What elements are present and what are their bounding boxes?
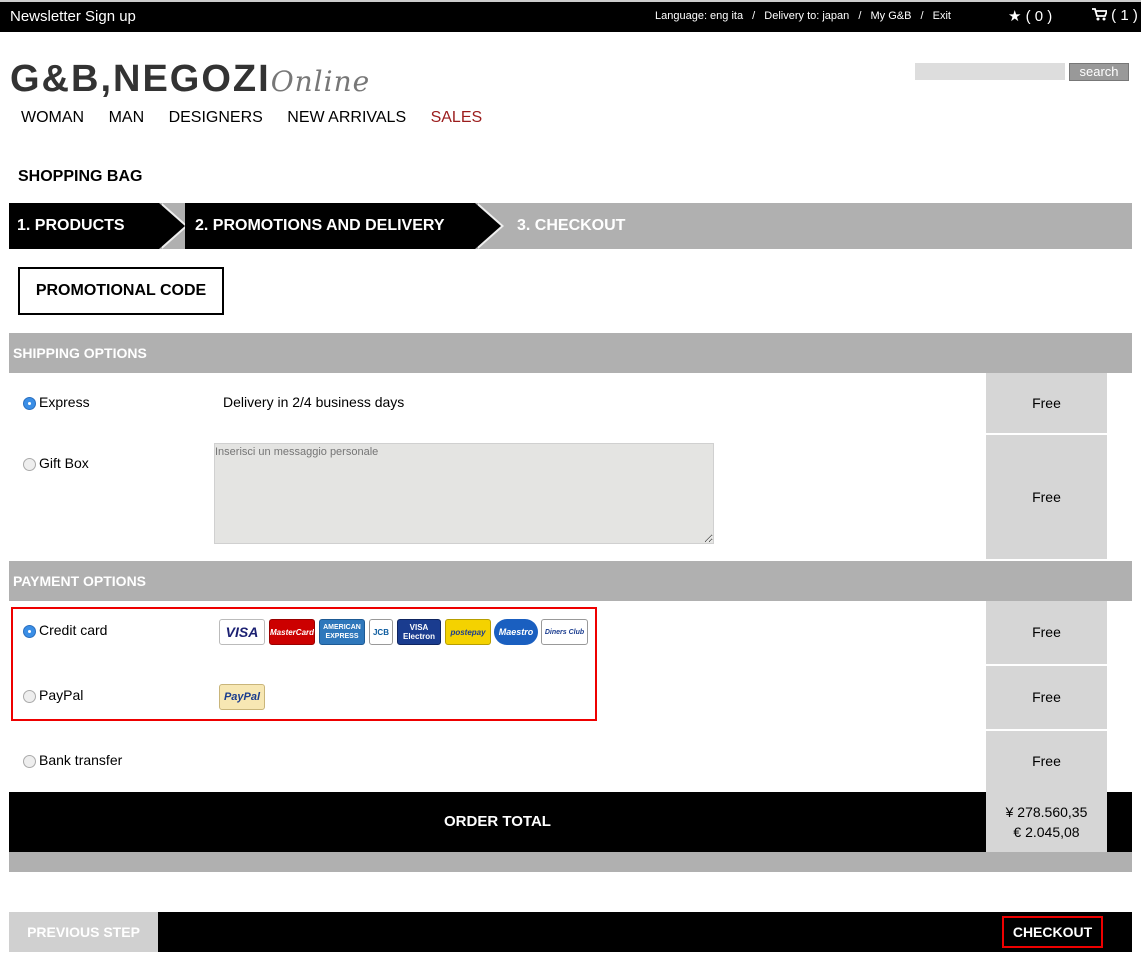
express-description: Delivery in 2/4 business days bbox=[223, 394, 405, 410]
nav-item-man[interactable]: MAN bbox=[109, 109, 145, 126]
order-total-yen: ¥ 278.560,35 bbox=[1005, 804, 1088, 820]
favorites-link[interactable]: ★ ( 0 ) bbox=[1008, 7, 1052, 25]
divider-strip bbox=[9, 852, 1132, 872]
order-total-label: ORDER TOTAL bbox=[9, 792, 986, 852]
cart-icon bbox=[1092, 8, 1109, 21]
search-button[interactable]: search bbox=[1069, 63, 1129, 81]
promotional-code-button[interactable]: PROMOTIONAL CODE bbox=[18, 267, 224, 315]
gift-message-textarea[interactable] bbox=[214, 443, 714, 544]
logo-part-online: Online bbox=[270, 65, 371, 98]
express-label: Express bbox=[39, 394, 90, 410]
payment-highlight-box bbox=[11, 607, 597, 721]
delivery-country-link[interactable]: Delivery to: japan bbox=[764, 10, 849, 22]
express-price: Free bbox=[986, 373, 1107, 433]
checkout-button[interactable]: CHECKOUT bbox=[1002, 916, 1103, 948]
language-selector[interactable]: Language: eng ita bbox=[655, 10, 743, 22]
logo-part-negozi: NEGOZI bbox=[113, 58, 271, 100]
previous-step-button[interactable]: PREVIOUS STEP bbox=[9, 912, 158, 952]
order-total-eur: € 2.045,08 bbox=[1013, 824, 1080, 840]
bank-transfer-radio[interactable] bbox=[23, 755, 36, 768]
nav-item-sales[interactable]: SALES bbox=[431, 109, 483, 126]
nav-item-woman[interactable]: WOMAN bbox=[21, 109, 84, 126]
logo-part-gb: G&B, bbox=[10, 58, 113, 100]
bank-transfer-label: Bank transfer bbox=[39, 752, 123, 768]
nav-item-new-arrivals[interactable]: NEW ARRIVALS bbox=[287, 109, 406, 126]
top-sep: / bbox=[858, 10, 862, 22]
shipping-right-gap bbox=[1107, 373, 1132, 561]
top-sep: / bbox=[920, 10, 924, 22]
giftbox-label: Gift Box bbox=[39, 455, 89, 471]
shipping-options-header: SHIPPING OPTIONS bbox=[9, 333, 1132, 373]
search-input[interactable] bbox=[915, 63, 1065, 80]
my-account-link[interactable]: My G&B bbox=[870, 10, 911, 22]
bottom-bar bbox=[9, 912, 1132, 952]
star-icon: ★ bbox=[1008, 8, 1022, 25]
paypal-price: Free bbox=[986, 666, 1107, 729]
bank-transfer-price: Free bbox=[986, 731, 1107, 792]
newsletter-signup-link[interactable]: Newsletter Sign up bbox=[10, 8, 136, 25]
giftbox-price: Free bbox=[986, 435, 1107, 559]
payment-options-header: PAYMENT OPTIONS bbox=[9, 561, 1132, 601]
top-links: Language: eng ita / Delivery to: japan /… bbox=[655, 10, 957, 22]
checkout-steps: 1. PRODUCTS 2. PROMOTIONS AND DELIVERY 3… bbox=[9, 203, 1132, 249]
top-bar: Newsletter Sign up Language: eng ita / D… bbox=[0, 0, 1141, 32]
site-logo[interactable]: G&B,NEGOZIOnline bbox=[10, 58, 370, 101]
cart-link[interactable]: ( 1 ) bbox=[1092, 7, 1138, 24]
step-label-products: 1. PRODUCTS bbox=[17, 217, 125, 234]
main-nav: WOMAN MAN DESIGNERS NEW ARRIVALS SALES bbox=[21, 109, 502, 127]
giftbox-radio[interactable] bbox=[23, 458, 36, 471]
credit-card-price: Free bbox=[986, 601, 1107, 664]
page-title: SHOPPING BAG bbox=[18, 168, 143, 185]
nav-item-designers[interactable]: DESIGNERS bbox=[169, 109, 263, 126]
top-sep: / bbox=[752, 10, 756, 22]
favorites-count: ( 0 ) bbox=[1025, 8, 1053, 25]
cart-count: ( 1 ) bbox=[1111, 7, 1138, 24]
step-arrow bbox=[475, 203, 501, 249]
step-label-checkout: 3. CHECKOUT bbox=[517, 217, 626, 234]
order-total-amounts: ¥ 278.560,35 € 2.045,08 bbox=[986, 792, 1107, 852]
step-arrow bbox=[159, 203, 185, 249]
express-radio[interactable] bbox=[23, 397, 36, 410]
order-total-edge bbox=[1107, 792, 1132, 852]
exit-link[interactable]: Exit bbox=[933, 10, 951, 22]
step-label-promotions: 2. PROMOTIONS AND DELIVERY bbox=[195, 217, 445, 234]
